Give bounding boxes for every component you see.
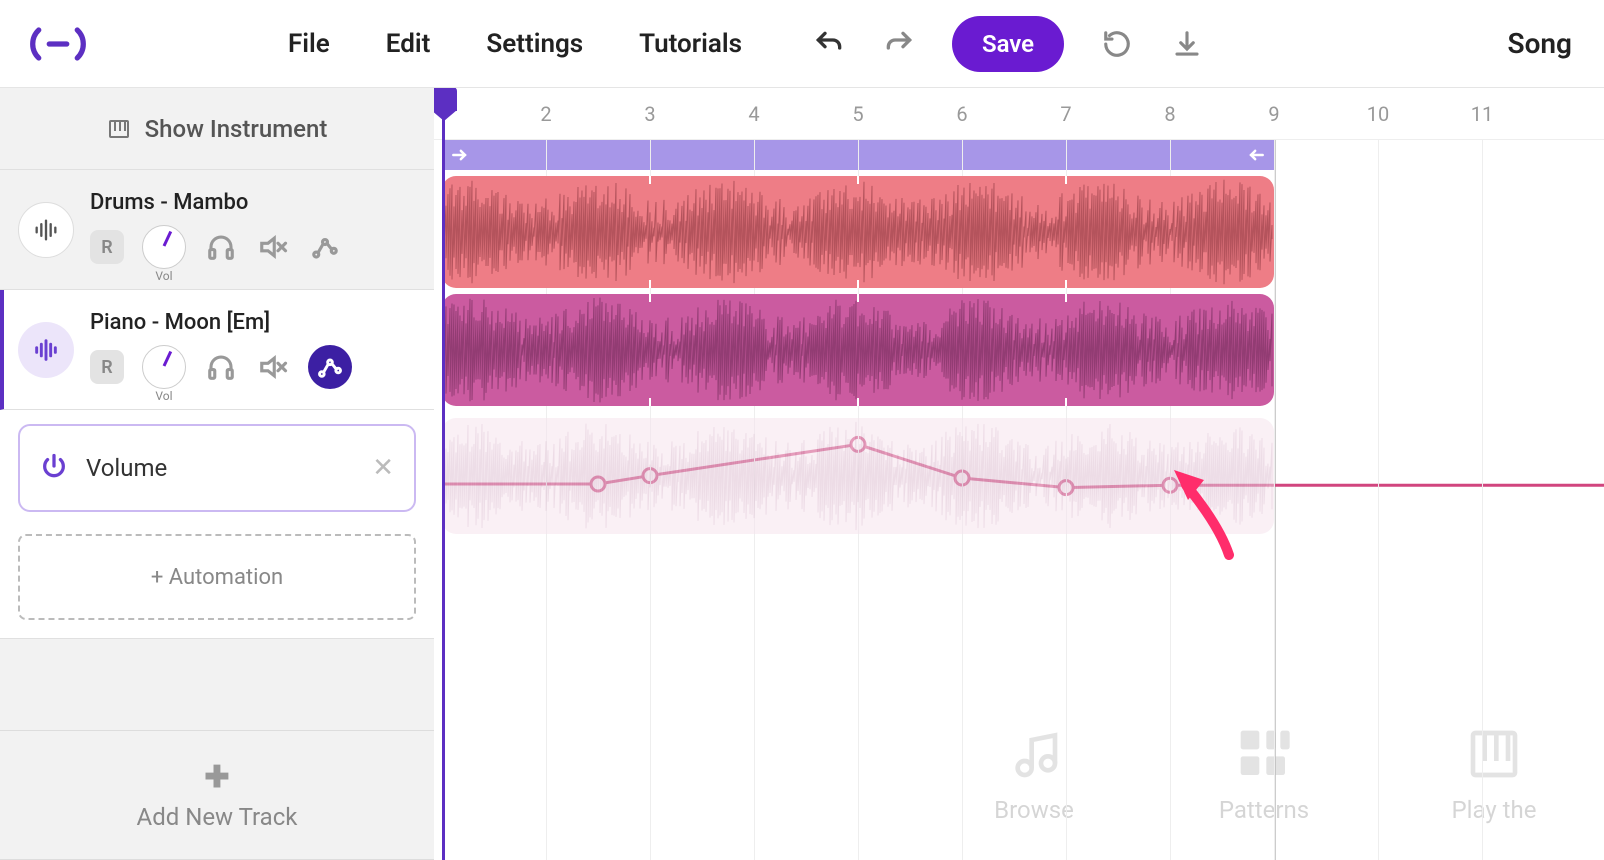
play-tile[interactable]: Play the [1394,690,1594,860]
menu-settings[interactable]: Settings [486,29,583,59]
show-instrument-button[interactable]: Show Instrument [0,88,434,170]
automation-parameter-row[interactable]: Volume ✕ [18,424,416,512]
mute-icon[interactable] [256,350,290,384]
track-controls: R Vol [90,225,414,269]
track-name: Piano - Moon [Em] [90,310,414,335]
automation-icon[interactable] [308,345,352,389]
volume-label: Vol [155,389,172,403]
callout-arrow-icon [1174,470,1244,564]
menu-file[interactable]: File [288,29,330,59]
main-menu: File Edit Settings Tutorials [288,29,742,59]
tile-label: Browse [994,796,1074,824]
ruler-tick: 5 [852,102,863,126]
add-new-track-button[interactable]: ✚ Add New Track [0,730,434,860]
audio-clip-piano[interactable] [442,294,1274,406]
plus-icon: ✚ [204,760,229,795]
ruler-tick: 11 [1471,102,1493,126]
sidebar: Show Instrument Drums - Mambo R Vol [0,88,434,860]
ruler-tick: 6 [956,102,967,126]
ruler-tick: 9 [1268,102,1279,126]
ruler-tick: 4 [748,102,759,126]
bottom-tiles: Browse Patterns Play the [934,690,1604,860]
undo-icon[interactable] [812,27,846,61]
top-bar: File Edit Settings Tutorials Save Song [0,0,1604,88]
arrow-right-icon [450,145,470,165]
track-row[interactable]: Piano - Moon [Em] R Vol [0,290,434,410]
add-track-label: Add New Track [137,803,298,831]
mute-icon[interactable] [256,230,290,264]
save-button[interactable]: Save [952,16,1064,72]
audio-clip-ghost[interactable] [442,418,1274,534]
track-row[interactable]: Drums - Mambo R Vol [0,170,434,290]
track-controls: R Vol [90,345,414,389]
automation-parameter-label: Volume [86,454,354,482]
waveform-icon [18,322,74,378]
volume-label: Vol [155,269,172,283]
headphones-icon[interactable] [204,230,238,264]
track-name: Drums - Mambo [90,190,414,215]
ruler-tick: 3 [644,102,655,126]
headphones-icon[interactable] [204,350,238,384]
arrow-left-icon [1246,145,1266,165]
menu-edit[interactable]: Edit [386,29,431,59]
show-instrument-label: Show Instrument [145,115,328,143]
record-arm-button[interactable]: R [90,230,124,264]
waveform-icon [18,202,74,258]
grid-line [1274,140,1275,860]
power-icon[interactable] [40,452,68,484]
redo-icon[interactable] [882,27,916,61]
ruler-tick: 2 [540,102,551,126]
ruler-tick: 10 [1367,102,1389,126]
grid-line [1378,140,1379,860]
track-info: Drums - Mambo R Vol [90,190,414,269]
download-icon[interactable] [1170,27,1204,61]
revert-icon[interactable] [1100,27,1134,61]
view-mode-label[interactable]: Song [1507,27,1572,60]
menu-tutorials[interactable]: Tutorials [639,29,742,59]
volume-knob[interactable]: Vol [142,225,186,269]
tile-label: Play the [1452,796,1537,824]
ruler-tick: 8 [1164,102,1175,126]
main-area: Show Instrument Drums - Mambo R Vol [0,88,1604,860]
automation-panel: Volume ✕ + Automation [0,410,434,639]
track-info: Piano - Moon [Em] R Vol [90,310,414,389]
audio-clip-drums[interactable] [442,176,1274,288]
ruler-tick: 7 [1060,102,1071,126]
close-icon[interactable]: ✕ [372,453,394,483]
record-arm-button[interactable]: R [90,350,124,384]
grid-line [1482,140,1483,860]
timeline-ruler[interactable]: 2 3 4 5 6 7 8 9 10 11 [434,88,1604,140]
patterns-tile[interactable]: Patterns [1164,690,1364,860]
top-icon-group: Save [812,16,1204,72]
automation-icon[interactable] [308,230,342,264]
tile-label: Patterns [1219,796,1309,824]
timeline[interactable]: 2 3 4 5 6 7 8 9 10 11 Browse Patterns [434,88,1604,860]
volume-knob[interactable]: Vol [142,345,186,389]
browse-tile[interactable]: Browse [934,690,1134,860]
add-automation-button[interactable]: + Automation [18,534,416,620]
playhead[interactable] [442,88,445,860]
app-logo[interactable] [28,14,88,74]
